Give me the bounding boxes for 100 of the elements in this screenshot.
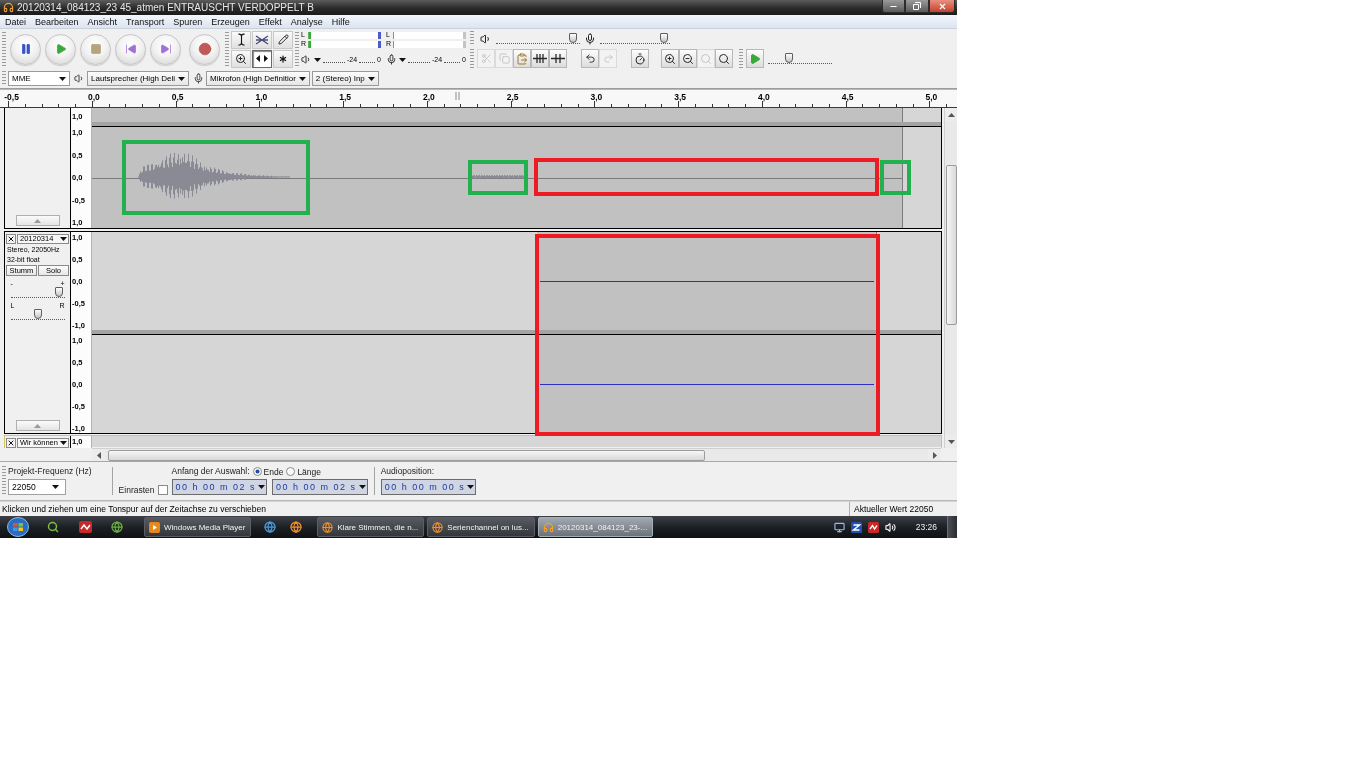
show-desktop-button[interactable] [947, 516, 957, 538]
input-device-dropdown[interactable]: Mikrofon (High Definitior [206, 71, 310, 86]
toolbar-grip[interactable] [2, 32, 6, 66]
envelope-tool-button[interactable] [252, 30, 272, 49]
caret-icon [60, 440, 67, 445]
time-field[interactable]: 00 h 00 m 00 s [380, 479, 477, 495]
slider-thumb[interactable] [784, 53, 793, 63]
slider-thumb[interactable] [568, 33, 577, 43]
play-button[interactable] [45, 33, 76, 65]
draw-tool-button[interactable] [273, 30, 293, 49]
taskbar-button[interactable]: 20120314_084123_23-... [537, 517, 654, 537]
taskbar-button[interactable]: Klare Stimmen, die n... [317, 517, 425, 537]
close-track-button[interactable] [6, 233, 16, 244]
pencil-icon [277, 34, 289, 45]
pan-slider[interactable] [10, 309, 65, 320]
toolbar-grip[interactable] [739, 49, 743, 68]
menu-item[interactable]: Hilfe [331, 15, 350, 28]
caret-icon [467, 485, 475, 489]
globe-icon [322, 521, 334, 533]
speaker-icon [480, 32, 492, 45]
menu-item[interactable]: Analyse [290, 15, 323, 28]
ruler-label: 3,5 [674, 92, 687, 102]
taskbar-button[interactable]: Serienchannel on lus... [427, 517, 535, 537]
maximize-button[interactable] [905, 0, 929, 13]
redo-icon [602, 53, 614, 64]
input-channels-dropdown[interactable]: 2 (Stereo) Inp [311, 71, 379, 86]
skip-to-start-button[interactable] [115, 33, 146, 65]
caret-up-icon [948, 112, 955, 117]
close-track-button[interactable] [6, 437, 16, 448]
magnifier-icon [700, 52, 712, 65]
caret-icon [258, 485, 266, 489]
gain-slider[interactable] [10, 287, 65, 298]
pause-button[interactable] [10, 33, 41, 65]
time-field[interactable]: 00 h 00 m 02 s [171, 479, 268, 495]
ruler-label: -0,5 [4, 92, 19, 102]
menu-item[interactable]: Ansicht [87, 15, 118, 28]
trim-button[interactable] [531, 49, 549, 68]
caret-right-icon [932, 452, 937, 459]
toolbar-grip[interactable] [470, 49, 474, 68]
close-icon [937, 1, 947, 11]
toolbar-grip[interactable] [470, 31, 474, 46]
selection-tool-button[interactable] [231, 30, 251, 49]
close-button[interactable] [929, 0, 955, 13]
clipboard-icon [516, 52, 528, 65]
magnifier-icon [235, 52, 247, 65]
toolbar-grip[interactable] [295, 32, 299, 66]
zoom-out-button[interactable] [679, 49, 697, 68]
toolbar-grip[interactable] [225, 32, 229, 66]
field-label: Audioposition: [380, 466, 436, 477]
fit-project-button[interactable] [715, 49, 733, 68]
slider-thumb[interactable] [659, 33, 668, 43]
slider-thumb[interactable] [55, 287, 64, 297]
minimize-button[interactable] [882, 0, 905, 13]
zoom-in-button[interactable] [661, 49, 679, 68]
close-icon [7, 234, 15, 243]
time-field[interactable]: 00 h 00 m 02 s [272, 479, 368, 495]
playback-speed-slider[interactable] [768, 53, 832, 64]
zoom-tool-button[interactable] [231, 49, 251, 68]
play-at-speed-button[interactable] [746, 49, 764, 68]
play-icon [749, 52, 761, 65]
menu-item[interactable]: Datei [5, 15, 26, 28]
menu-item[interactable]: Effekt [258, 15, 282, 28]
menu-item[interactable]: Transport [126, 15, 165, 28]
menu-item[interactable]: Spuren [173, 15, 203, 28]
output-volume-slider[interactable] [496, 33, 580, 44]
app-tile-icon [867, 521, 879, 533]
sync-lock-button[interactable] [631, 49, 649, 68]
silence-button[interactable] [549, 49, 567, 68]
audio-host-dropdown[interactable]: MME [8, 71, 70, 86]
skip-to-end-button[interactable] [150, 33, 181, 65]
caret-icon [314, 57, 321, 62]
copy-icon [498, 53, 510, 64]
radio-option[interactable]: Ende [252, 466, 284, 477]
start-button[interactable] [4, 516, 32, 538]
toolbar-grip[interactable] [2, 71, 6, 86]
snap-checkbox[interactable]: Einrasten [118, 485, 168, 495]
project-rate-dropdown[interactable]: 22050 [8, 479, 66, 495]
marker-icon [455, 92, 460, 100]
output-device-dropdown[interactable]: Lautsprecher (High Deli [87, 71, 190, 86]
input-volume-slider[interactable] [600, 33, 670, 44]
scrollbar-thumb[interactable] [108, 449, 705, 461]
microphone-icon [193, 73, 205, 84]
double-arrow-icon [256, 55, 268, 62]
slider-thumb[interactable] [33, 309, 42, 319]
microphone-icon [584, 32, 596, 45]
time-shift-tool-button[interactable] [252, 49, 272, 68]
toolbar-grip[interactable] [2, 466, 6, 496]
stopwatch-icon [634, 52, 646, 65]
envelope-curve-icon [255, 33, 269, 46]
menu-item[interactable]: Bearbeiten [35, 15, 79, 28]
record-button[interactable] [189, 33, 220, 65]
multi-tool-button[interactable] [273, 49, 293, 68]
scrollbar-thumb[interactable] [945, 165, 957, 325]
taskbar-button[interactable]: Windows Media Player [144, 517, 252, 537]
menu-item[interactable]: Erzeugen [211, 15, 250, 28]
circle-icon [197, 42, 212, 56]
undo-button[interactable] [581, 49, 599, 68]
globe-icon [432, 521, 444, 533]
headphones-icon [3, 2, 14, 13]
radio-option[interactable]: Länge [286, 466, 321, 477]
